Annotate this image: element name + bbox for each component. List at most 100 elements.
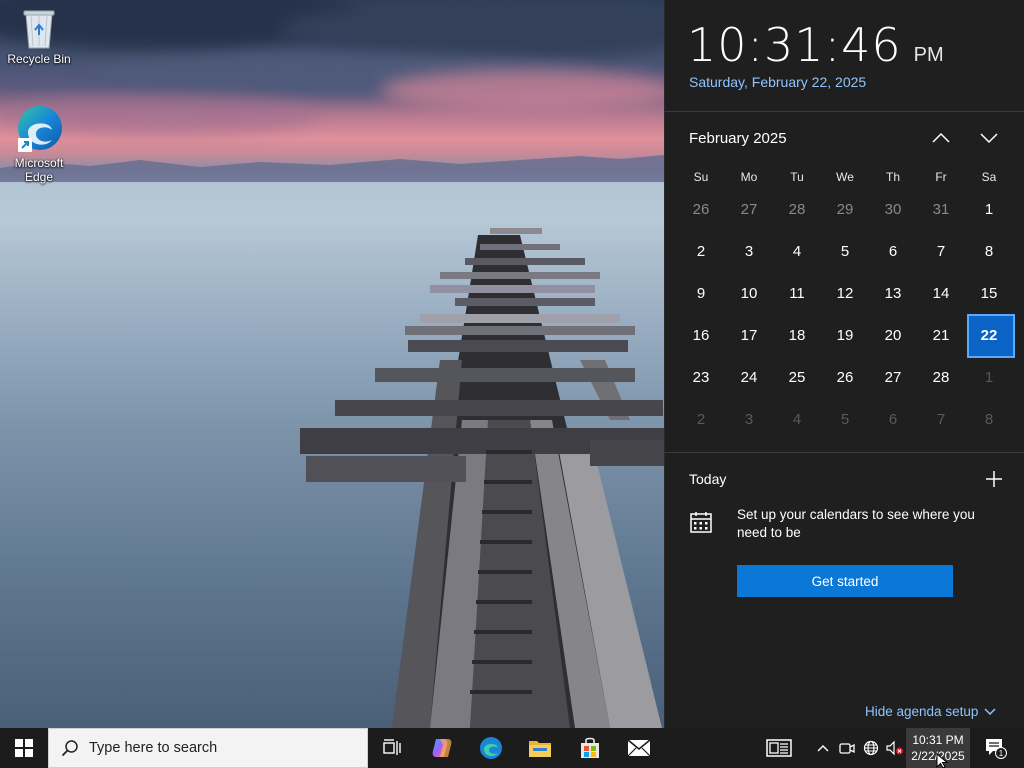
date-long-link[interactable]: Saturday, February 22, 2025	[689, 74, 866, 90]
calendar-day[interactable]: 17	[725, 314, 773, 356]
volume-muted-icon	[886, 740, 903, 756]
edge-taskbar-button[interactable]	[471, 728, 511, 768]
calendar-week: 26 27 28 29 30 31 1	[677, 188, 1013, 230]
mail-icon	[627, 739, 651, 757]
desktop-icon-microsoft-edge[interactable]: Microsoft Edge	[3, 104, 75, 184]
plus-icon	[986, 471, 1002, 487]
notification-count: 1	[999, 749, 1004, 758]
edge-icon	[18, 106, 62, 152]
today-label: 22	[980, 326, 998, 344]
calendar-day[interactable]: 23	[677, 356, 725, 398]
calendar-day[interactable]: 27	[725, 188, 773, 230]
clock-calendar-flyout: 10:31:46 PM Saturday, February 22, 2025 …	[664, 0, 1024, 728]
chevron-down-icon	[984, 707, 996, 715]
calendar-day[interactable]: 16	[677, 314, 725, 356]
calendar-day[interactable]: 30	[869, 188, 917, 230]
calendar-day[interactable]: 1	[965, 356, 1013, 398]
mouse-cursor-icon	[936, 753, 949, 768]
calendar-day[interactable]: 15	[965, 272, 1013, 314]
calendar-day[interactable]: 19	[821, 314, 869, 356]
calendar-day[interactable]: 4	[773, 230, 821, 272]
microsoft-store-button[interactable]	[570, 728, 610, 768]
task-view-button[interactable]	[372, 728, 412, 768]
get-started-button[interactable]: Get started	[737, 565, 953, 597]
agenda-title: Today	[689, 471, 727, 487]
add-event-button[interactable]	[983, 468, 1005, 490]
flyout-clock: 10:31:46 PM	[687, 18, 944, 72]
volume-button[interactable]	[884, 728, 906, 768]
calendar-day[interactable]: 14	[917, 272, 965, 314]
start-button[interactable]	[0, 728, 48, 768]
calendar-day[interactable]: 13	[869, 272, 917, 314]
calendar-day[interactable]: 4	[773, 398, 821, 440]
file-explorer-button[interactable]	[520, 728, 560, 768]
desktop-icon-recycle-bin[interactable]: Recycle Bin	[3, 6, 75, 66]
recycle-bin-icon	[23, 10, 55, 49]
calendar-day[interactable]: 21	[917, 314, 965, 356]
weekday-label: Th	[885, 170, 900, 184]
month-title[interactable]: February 2025	[689, 130, 787, 147]
hide-agenda-link[interactable]: Hide agenda setup	[865, 704, 996, 719]
network-button[interactable]	[860, 728, 882, 768]
calendar-week: 2 3 4 5 6 7 8	[677, 230, 1013, 272]
calendar-day[interactable]: 2	[677, 398, 725, 440]
calendar-day[interactable]: 2	[677, 230, 725, 272]
calendar-day-today[interactable]: 22	[965, 314, 1015, 358]
calendar-day[interactable]: 27	[869, 356, 917, 398]
mail-button[interactable]	[619, 728, 659, 768]
calendar-day[interactable]: 25	[773, 356, 821, 398]
wallpaper-pier	[300, 228, 664, 728]
calendar-day[interactable]: 7	[917, 398, 965, 440]
calendar-day[interactable]: 8	[965, 230, 1013, 272]
calendar-day[interactable]: 28	[917, 356, 965, 398]
calendar-day[interactable]: 5	[821, 230, 869, 272]
calendar-day[interactable]: 7	[917, 230, 965, 272]
windows-logo-icon	[15, 739, 33, 757]
calendar-day[interactable]: 26	[821, 356, 869, 398]
action-center-button[interactable]: 1	[976, 728, 1016, 768]
calendar-week: 23 24 25 26 27 28 1	[677, 356, 1013, 398]
weekday-label: Tu	[790, 170, 804, 184]
folder-icon	[529, 741, 551, 757]
calendar-grid: Su Mo Tu We Th Fr Sa 26 27 28 29 30 31 1…	[677, 166, 1015, 440]
calendar-day[interactable]: 10	[725, 272, 773, 314]
calendar-day[interactable]: 3	[725, 230, 773, 272]
taskbar-search-box[interactable]: Type here to search	[48, 728, 368, 768]
previous-month-button[interactable]	[927, 124, 955, 152]
calendar-day[interactable]: 26	[677, 188, 725, 230]
calendar-day[interactable]: 6	[869, 230, 917, 272]
calendar-day[interactable]: 18	[773, 314, 821, 356]
globe-icon	[863, 740, 879, 756]
desktop-icon-label: Recycle Bin	[7, 52, 71, 66]
clock-time: 10:31:46	[687, 18, 902, 72]
calendar-week: 2 3 4 5 6 7 8	[677, 398, 1013, 440]
calendar-day[interactable]: 20	[869, 314, 917, 356]
calendar-day[interactable]: 31	[917, 188, 965, 230]
calendar-day[interactable]: 1	[965, 188, 1013, 230]
calendar-day[interactable]: 29	[821, 188, 869, 230]
edge-icon	[480, 737, 502, 759]
chevron-up-icon	[817, 745, 829, 752]
next-month-button[interactable]	[975, 124, 1003, 152]
calendar-day[interactable]: 28	[773, 188, 821, 230]
show-hidden-icons-button[interactable]	[812, 728, 834, 768]
calendar-day[interactable]: 9	[677, 272, 725, 314]
calendar-day[interactable]: 5	[821, 398, 869, 440]
copilot-button[interactable]	[422, 728, 462, 768]
calendar-day[interactable]: 11	[773, 272, 821, 314]
calendar-day[interactable]: 8	[965, 398, 1013, 440]
calendar-day[interactable]: 6	[869, 398, 917, 440]
calendar-icon	[690, 512, 712, 533]
weekday-label: Fr	[935, 170, 947, 184]
calendar-day[interactable]: 12	[821, 272, 869, 314]
calendar-day[interactable]: 24	[725, 356, 773, 398]
divider	[665, 111, 1024, 112]
weekday-label: Su	[693, 170, 709, 184]
desktop-icon-label: Microsoft Edge	[14, 156, 64, 184]
calendar-day[interactable]: 3	[725, 398, 773, 440]
task-view-icon	[383, 739, 401, 755]
chevron-down-icon	[980, 133, 998, 144]
meet-now-button[interactable]	[836, 728, 858, 768]
search-icon	[61, 740, 78, 757]
news-widget-button[interactable]	[760, 728, 798, 768]
